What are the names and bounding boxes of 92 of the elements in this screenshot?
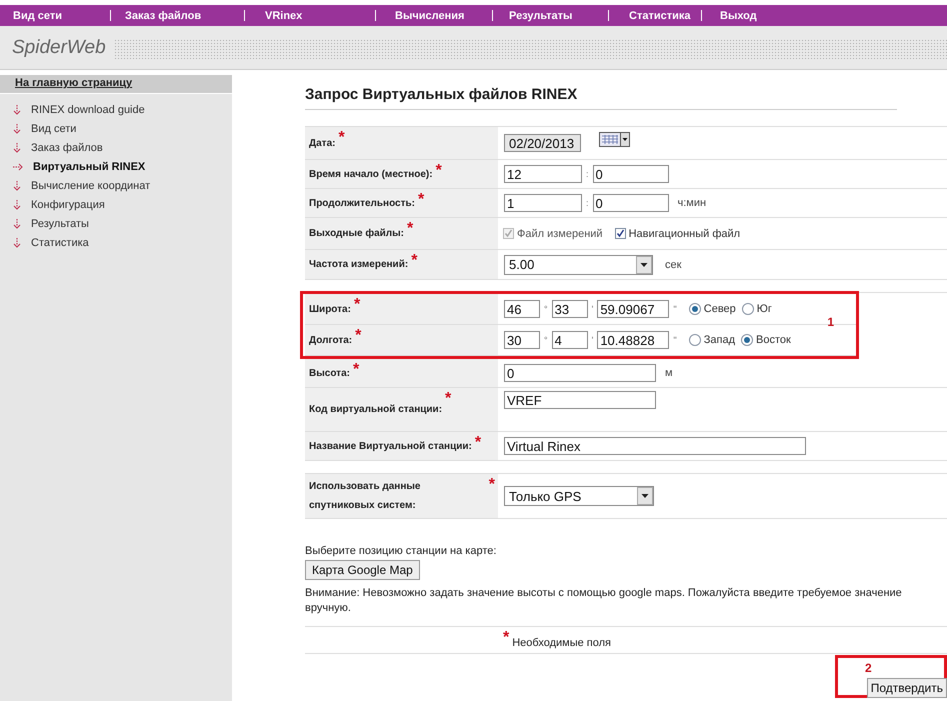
radio-option[interactable]: Север: [688, 303, 736, 315]
sidebar-item[interactable]: Конфигурация: [0, 195, 232, 214]
arrow-down-icon: [13, 124, 21, 134]
field-label: Время начало (местное):: [309, 168, 433, 182]
nav-link[interactable]: Вычисления: [395, 10, 464, 22]
input-field[interactable]: 46: [504, 300, 540, 318]
field-label: Название Виртуальной станции:: [309, 440, 472, 454]
sidebar-item[interactable]: Результаты: [0, 214, 232, 233]
unit-label: ч:мин: [678, 197, 706, 209]
separator-mark: ': [592, 335, 594, 345]
field-label: Код виртуальной станции:: [309, 403, 442, 417]
required-note: Необходимые поля: [512, 637, 612, 649]
sidebar-item[interactable]: Статистика: [0, 233, 232, 252]
radio-option[interactable]: Юг: [742, 303, 772, 315]
required-mark: *: [407, 219, 414, 239]
annotation-number: 2: [865, 661, 872, 675]
dropdown-field[interactable]: Только GPS: [504, 486, 654, 506]
home-link[interactable]: На главную страницу: [0, 75, 232, 94]
required-mark: *: [503, 631, 510, 645]
input-field[interactable]: 4: [552, 331, 588, 349]
checkmark-icon: [616, 229, 625, 238]
separator-mark: ': [592, 304, 594, 314]
separator-mark: °: [544, 335, 548, 345]
required-mark: *: [354, 295, 360, 315]
required-mark: *: [338, 128, 345, 148]
radio-option[interactable]: Запад: [688, 334, 736, 346]
nav-link[interactable]: Статистика: [629, 10, 690, 22]
input-field[interactable]: 0: [592, 194, 669, 212]
arrow-right-icon: [13, 162, 23, 170]
nav-link[interactable]: Заказ файлов: [125, 10, 202, 22]
sidebar-item[interactable]: Вид сети: [0, 119, 232, 138]
sidebar-item[interactable]: Виртуальный RINEX: [0, 157, 232, 176]
separator-mark: '': [673, 304, 677, 314]
nav-link[interactable]: Результаты: [509, 10, 572, 22]
date-field[interactable]: 02/20/2013: [504, 134, 581, 152]
nav-link[interactable]: Выход: [720, 10, 757, 22]
required-mark: *: [352, 360, 360, 380]
field-label: Долгота:: [309, 334, 352, 348]
required-mark: *: [355, 326, 362, 346]
checkbox-option[interactable]: Навигационный файл: [614, 228, 740, 240]
separator-mark: :: [586, 169, 589, 179]
arrow-down-icon: [13, 200, 21, 210]
required-mark: *: [474, 433, 482, 453]
input-field[interactable]: 33: [552, 300, 588, 318]
required-mark: *: [418, 190, 424, 210]
site-logo: SpiderWeb: [12, 36, 106, 58]
required-mark: *: [411, 251, 418, 271]
checkmark-icon: [504, 229, 513, 238]
field-label: Высота:: [309, 366, 350, 380]
required-mark: *: [445, 389, 452, 409]
input-field[interactable]: VREF: [504, 391, 656, 409]
input-field[interactable]: 0: [592, 165, 669, 183]
required-mark: *: [436, 161, 442, 181]
input-field[interactable]: 0: [504, 364, 656, 382]
warning-text: Внимание: Невозможно задать значение высоты с помощью google maps. Пожалуйста введите требуемое значение вручную.: [305, 586, 903, 616]
checkbox[interactable]: [614, 228, 626, 239]
field-label: Дата:: [309, 136, 336, 150]
radio-option[interactable]: Восток: [741, 334, 791, 346]
input-field[interactable]: 12: [504, 165, 582, 183]
arrow-down-icon: [13, 142, 21, 152]
field-label: Выходные файлы:: [309, 227, 404, 241]
annotation-number: 1: [827, 315, 834, 329]
input-field[interactable]: 30: [504, 331, 540, 349]
arrow-down-icon: [13, 180, 21, 190]
map-button[interactable]: Карта Google Map: [305, 560, 420, 580]
sidebar-item[interactable]: Заказ файлов: [0, 138, 232, 157]
nav-link[interactable]: VRinex: [265, 10, 302, 22]
field-label: Продолжительность:: [309, 196, 415, 210]
unit-label: сек: [665, 258, 682, 270]
sidebar-item[interactable]: RINEX download guide: [0, 100, 232, 119]
sidebar-item[interactable]: Вычисление координат: [0, 176, 232, 195]
input-field[interactable]: Virtual Rinex: [504, 437, 806, 455]
input-field[interactable]: 10.48828: [597, 331, 670, 349]
separator-mark: :: [586, 198, 589, 208]
map-hint: Выберите позицию станции на карте:: [305, 545, 498, 557]
field-label: Широта:: [309, 302, 351, 316]
required-mark: *: [488, 475, 495, 495]
dropdown-field[interactable]: 5.00: [504, 254, 653, 274]
separator-mark: '': [673, 335, 677, 345]
arrow-down-icon: [13, 104, 21, 114]
input-field[interactable]: 59.09067: [597, 300, 670, 318]
page-title: Запрос Виртуальных файлов RINEX: [305, 75, 897, 110]
submit-button[interactable]: Подтвердить: [866, 678, 947, 698]
unit-label: м: [665, 367, 673, 379]
separator-mark: °: [544, 304, 548, 314]
arrow-down-icon: [13, 218, 21, 228]
field-label: Частота измерений:: [309, 258, 408, 272]
nav-link[interactable]: Вид сети: [13, 10, 62, 22]
calendar-icon[interactable]: [599, 132, 630, 147]
arrow-down-icon: [13, 238, 21, 248]
field-label: Использовать данные спутниковых систем:: [309, 480, 422, 513]
input-field[interactable]: 1: [504, 194, 582, 212]
